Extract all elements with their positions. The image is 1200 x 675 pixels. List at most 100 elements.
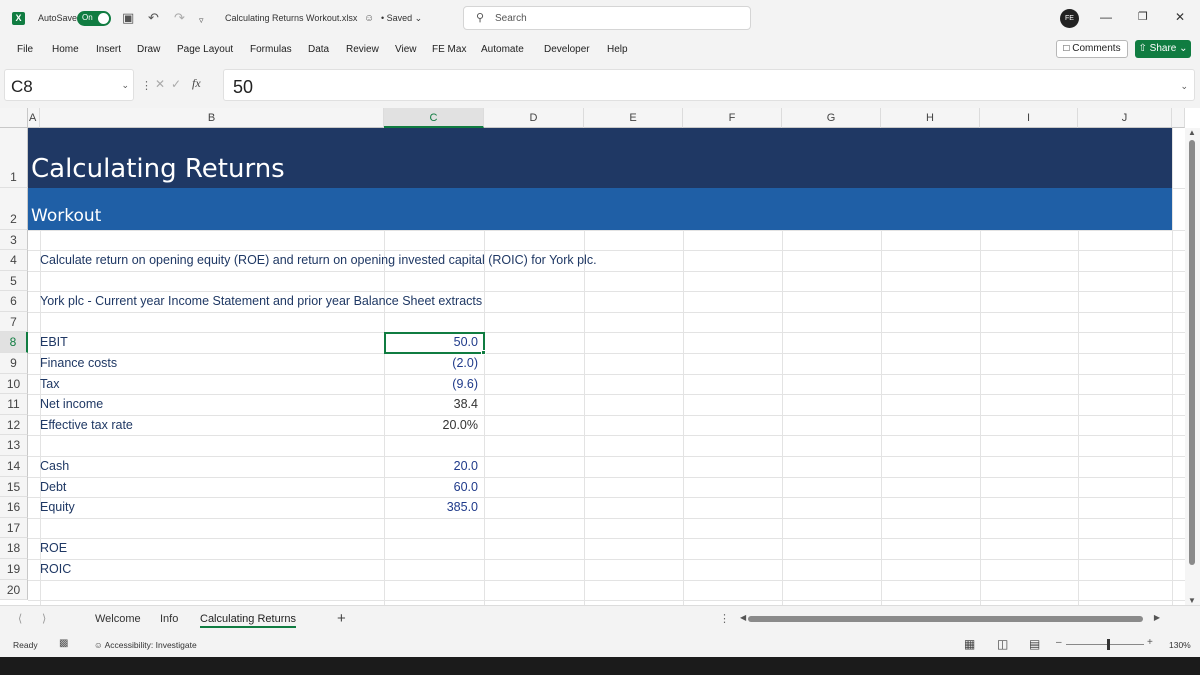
worksheet-grid[interactable]: ABCDEFGHIJ 1 2 3 4 5 6 7 8 9 10 11 12 13 14 15 16 17 18 19… — [0, 108, 1200, 605]
menu-home[interactable]: Home — [52, 44, 79, 55]
menu-formulas[interactable]: Formulas — [250, 44, 292, 55]
insert-function-button[interactable]: fx — [192, 76, 201, 91]
value-cell-row-12[interactable]: 20.0% — [384, 418, 478, 432]
next-sheet-icon[interactable]: ⟩ — [42, 612, 46, 625]
autosave-toggle[interactable]: On — [77, 11, 111, 26]
comments-button[interactable]: □ Comments — [1056, 40, 1128, 58]
column-header-d[interactable]: D — [484, 108, 584, 128]
menu-view[interactable]: View — [395, 44, 417, 55]
page-break-view-icon[interactable]: ▤ — [1029, 637, 1040, 651]
saved-status[interactable]: • Saved ⌄ — [381, 13, 422, 24]
horizontal-scroll-thumb[interactable] — [748, 616, 1143, 622]
value-cell-row-16[interactable]: 385.0 — [384, 500, 478, 514]
label-cell-row-9[interactable]: Finance costs — [40, 356, 117, 370]
page-layout-view-icon[interactable]: ◫ — [997, 637, 1008, 651]
menu-developer[interactable]: Developer — [544, 44, 590, 55]
tab-splitter-icon[interactable]: ⋮ — [719, 612, 730, 625]
row-header-20[interactable]: 20 — [0, 580, 28, 600]
menu-page-layout[interactable]: Page Layout — [177, 44, 233, 55]
undo-icon[interactable]: ↶ — [148, 10, 159, 26]
row-header-19[interactable]: 19 — [0, 559, 28, 580]
expand-formula-icon[interactable]: ⌄ — [1180, 81, 1188, 92]
row-header-14[interactable]: 14 — [0, 456, 28, 477]
minimize-icon[interactable]: — — [1100, 9, 1112, 25]
row-header-6[interactable]: 6 — [0, 291, 28, 312]
prev-sheet-icon[interactable]: ⟨ — [18, 612, 22, 625]
menu-insert[interactable]: Insert — [96, 44, 121, 55]
fill-handle[interactable] — [481, 350, 486, 355]
sheet-title[interactable]: Calculating Returns — [31, 154, 285, 184]
scroll-up-icon[interactable]: ▲ — [1188, 128, 1196, 137]
sheet-subtitle[interactable]: Workout — [31, 206, 101, 226]
value-cell-row-9[interactable]: (2.0) — [384, 356, 478, 370]
vertical-scrollbar[interactable]: ▲ ▼ — [1185, 128, 1200, 605]
more-options-icon[interactable]: ⋮ — [141, 79, 152, 92]
document-title[interactable]: Calculating Returns Workout.xlsx — [225, 13, 357, 23]
column-header-j[interactable]: J — [1078, 108, 1172, 128]
search-box[interactable]: ⚲ Search — [463, 6, 751, 30]
zoom-out-icon[interactable]: – — [1056, 637, 1062, 648]
row-header-7[interactable]: 7 — [0, 312, 28, 332]
column-header-f[interactable]: F — [683, 108, 782, 128]
share-button[interactable]: ⇧ Share ⌄ — [1135, 40, 1191, 58]
scroll-right-icon[interactable]: ▶ — [1154, 613, 1160, 622]
label-cell-row-8[interactable]: EBIT — [40, 335, 68, 349]
row-header-2[interactable]: 2 — [0, 188, 28, 230]
vertical-scroll-thumb[interactable] — [1189, 140, 1195, 565]
column-header-c[interactable]: C — [384, 108, 484, 128]
row-header-9[interactable]: 9 — [0, 353, 28, 374]
zoom-level[interactable]: 130% — [1169, 640, 1191, 650]
person-icon[interactable]: ☺ — [364, 11, 374, 27]
enter-icon[interactable]: ✓ — [171, 77, 181, 91]
select-all-corner[interactable] — [0, 108, 28, 128]
avatar[interactable]: FE — [1060, 9, 1079, 28]
column-header-e[interactable]: E — [584, 108, 683, 128]
label-cell-row-15[interactable]: Debt — [40, 480, 66, 494]
label-cell-row-12[interactable]: Effective tax rate — [40, 418, 133, 432]
label-cell-row-18[interactable]: ROE — [40, 541, 67, 555]
horizontal-scrollbar[interactable]: ◀ ▶ — [740, 613, 1160, 623]
zoom-slider-knob[interactable] — [1107, 639, 1110, 650]
chevron-down-icon[interactable]: ⌄ — [121, 80, 129, 91]
formula-input[interactable]: 50 ⌄ — [223, 69, 1195, 101]
menu-data[interactable]: Data — [308, 44, 329, 55]
label-cell-row-16[interactable]: Equity — [40, 500, 75, 514]
label-cell-row-11[interactable]: Net income — [40, 397, 103, 411]
value-cell-row-14[interactable]: 20.0 — [384, 459, 478, 473]
row-header-12[interactable]: 12 — [0, 415, 28, 435]
zoom-slider-track[interactable] — [1066, 644, 1144, 645]
active-cell-c8[interactable] — [384, 332, 485, 354]
column-header-b[interactable]: B — [40, 108, 384, 128]
row-header-5[interactable]: 5 — [0, 271, 28, 291]
row-header-1[interactable]: 1 — [0, 128, 28, 188]
normal-view-icon[interactable]: ▦ — [964, 637, 975, 651]
name-box[interactable]: C8 ⌄ — [4, 69, 134, 101]
menu-automate[interactable]: Automate — [481, 44, 524, 55]
row-header-11[interactable]: 11 — [0, 394, 28, 415]
row-header-10[interactable]: 10 — [0, 374, 28, 394]
menu-fe-max[interactable]: FE Max — [432, 44, 466, 55]
instruction-cell[interactable]: Calculate return on opening equity (ROE)… — [40, 253, 597, 267]
column-header-h[interactable]: H — [881, 108, 980, 128]
scroll-left-icon[interactable]: ◀ — [740, 613, 746, 622]
menu-file[interactable]: File — [17, 44, 33, 55]
tab-info[interactable]: Info — [160, 613, 178, 625]
column-header-g[interactable]: G — [782, 108, 881, 128]
add-sheet-button[interactable]: + — [337, 610, 346, 627]
save-icon[interactable]: ▣ — [122, 10, 134, 26]
column-header-i[interactable]: I — [980, 108, 1078, 128]
extract-heading-cell[interactable]: York plc - Current year Income Statement… — [40, 294, 482, 308]
label-cell-row-19[interactable]: ROIC — [40, 562, 71, 576]
row-header-18[interactable]: 18 — [0, 538, 28, 559]
value-cell-row-11[interactable]: 38.4 — [384, 397, 478, 411]
menu-review[interactable]: Review — [346, 44, 379, 55]
row-header-3[interactable]: 3 — [0, 230, 28, 250]
column-header-a[interactable]: A — [28, 108, 40, 128]
row-header-4[interactable]: 4 — [0, 250, 28, 271]
cancel-icon[interactable]: ✕ — [155, 77, 165, 91]
row-header-13[interactable]: 13 — [0, 435, 28, 456]
restore-icon[interactable]: ❐ — [1138, 9, 1148, 25]
menu-draw[interactable]: Draw — [137, 44, 160, 55]
value-cell-row-15[interactable]: 60.0 — [384, 480, 478, 494]
row-header-15[interactable]: 15 — [0, 477, 28, 497]
